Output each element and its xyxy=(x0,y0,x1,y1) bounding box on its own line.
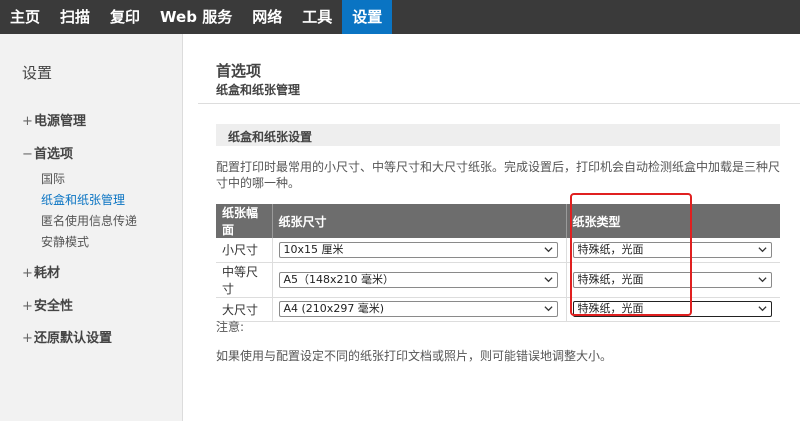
table-header-row: 纸张幅面 纸张尺寸 纸张类型 xyxy=(216,204,780,238)
note-label: 注意: xyxy=(216,320,245,334)
expand-icon: + xyxy=(22,331,33,346)
sidebar-item-label: 安全性 xyxy=(34,299,74,314)
tab-home[interactable]: 主页 xyxy=(0,0,50,34)
page-title: 首选项 xyxy=(216,62,262,80)
chevron-down-icon xyxy=(758,306,767,312)
sidebar-subitem-tray-paper-management[interactable]: 纸盒和纸张管理 xyxy=(41,191,125,208)
tab-scan[interactable]: 扫描 xyxy=(50,0,100,34)
select-value: 特殊纸，光面 xyxy=(577,272,644,286)
paper-type-select-medium[interactable]: 特殊纸，光面 xyxy=(572,271,772,288)
top-navigation: 主页 扫描 复印 Web 服务 网络 工具 设置 xyxy=(0,0,800,34)
column-header-size: 纸张尺寸 xyxy=(272,204,567,238)
expand-icon: + xyxy=(22,266,33,281)
sidebar-item-restore-defaults[interactable]: +还原默认设置 xyxy=(22,327,112,346)
divider xyxy=(198,103,800,104)
collapse-icon: − xyxy=(22,147,33,162)
type-cell: 特殊纸，光面 xyxy=(566,262,780,298)
section-header: 纸盒和纸张设置 xyxy=(216,124,780,146)
sidebar-subitem-international[interactable]: 国际 xyxy=(41,170,65,187)
paper-type-select-large[interactable]: 特殊纸，光面 xyxy=(572,301,772,317)
chevron-down-icon xyxy=(758,246,767,253)
sidebar-title: 设置 xyxy=(22,64,53,82)
chevron-down-icon xyxy=(543,276,553,282)
paper-settings-table: 纸张幅面 纸张尺寸 纸张类型 小尺寸 10x15 厘米 特殊纸，光面 中等尺寸 xyxy=(216,204,780,322)
row-label: 小尺寸 xyxy=(216,238,273,263)
sidebar: 设置 +电源管理 −首选项 国际 纸盒和纸张管理 匿名使用信息传递 安静模式 +… xyxy=(0,34,183,421)
paper-type-select-small[interactable]: 特殊纸，光面 xyxy=(572,241,772,258)
tab-network[interactable]: 网络 xyxy=(242,0,292,34)
table-row: 中等尺寸 A5（148x210 毫米） 特殊纸，光面 xyxy=(216,262,780,298)
select-value: 特殊纸，光面 xyxy=(577,302,644,315)
note-text: 如果使用与配置设定不同的纸张打印文档或照片，则可能错误地调整大小。 xyxy=(216,349,613,363)
sidebar-subitem-anonymous-usage[interactable]: 匿名使用信息传递 xyxy=(41,212,137,229)
paper-size-select-medium[interactable]: A5（148x210 毫米） xyxy=(278,271,558,288)
table-row: 小尺寸 10x15 厘米 特殊纸，光面 xyxy=(216,238,780,263)
expand-icon: + xyxy=(22,114,33,129)
select-value: A5（148x210 毫米） xyxy=(283,272,395,286)
section-title: 纸盒和纸张设置 xyxy=(228,130,313,144)
select-value: 特殊纸，光面 xyxy=(577,242,644,256)
expand-icon: + xyxy=(22,299,33,314)
sidebar-item-label: 首选项 xyxy=(34,147,74,162)
tab-settings[interactable]: 设置 xyxy=(342,0,393,34)
sidebar-item-preferences[interactable]: −首选项 xyxy=(22,143,73,162)
table-row: 大尺寸 A4 (210x297 毫米) 特殊纸，光面 xyxy=(216,297,780,322)
size-cell: 10x15 厘米 xyxy=(272,238,567,263)
size-cell: A4 (210x297 毫米) xyxy=(272,297,567,322)
paper-size-select-large[interactable]: A4 (210x297 毫米) xyxy=(278,301,558,317)
size-cell: A5（148x210 毫米） xyxy=(272,262,567,298)
tab-web-services[interactable]: Web 服务 xyxy=(150,0,242,34)
sidebar-item-label: 还原默认设置 xyxy=(34,331,113,346)
chevron-down-icon xyxy=(543,246,553,253)
type-cell: 特殊纸，光面 xyxy=(566,297,780,322)
page-subtitle: 纸盒和纸张管理 xyxy=(216,83,301,97)
sidebar-item-security[interactable]: +安全性 xyxy=(22,295,73,314)
chevron-down-icon xyxy=(543,306,553,312)
sidebar-item-label: 电源管理 xyxy=(34,114,87,129)
tab-tools[interactable]: 工具 xyxy=(292,0,342,34)
column-header-format: 纸张幅面 xyxy=(216,204,273,238)
sidebar-item-label: 耗材 xyxy=(34,266,61,281)
sidebar-subitem-quiet-mode[interactable]: 安静模式 xyxy=(41,233,89,250)
select-value: 10x15 厘米 xyxy=(283,242,344,256)
sidebar-item-power-management[interactable]: +电源管理 xyxy=(22,110,86,129)
row-label: 中等尺寸 xyxy=(216,262,273,298)
sidebar-item-supplies[interactable]: +耗材 xyxy=(22,262,60,281)
chevron-down-icon xyxy=(758,276,767,282)
tab-copy[interactable]: 复印 xyxy=(100,0,150,34)
column-header-type: 纸张类型 xyxy=(566,204,780,238)
type-cell: 特殊纸，光面 xyxy=(566,238,780,263)
description-text: 配置打印时最常用的小尺寸、中等尺寸和大尺寸纸张。完成设置后，打印机会自动检测纸盒… xyxy=(216,160,781,190)
paper-size-select-small[interactable]: 10x15 厘米 xyxy=(278,241,558,258)
select-value: A4 (210x297 毫米) xyxy=(283,302,385,315)
